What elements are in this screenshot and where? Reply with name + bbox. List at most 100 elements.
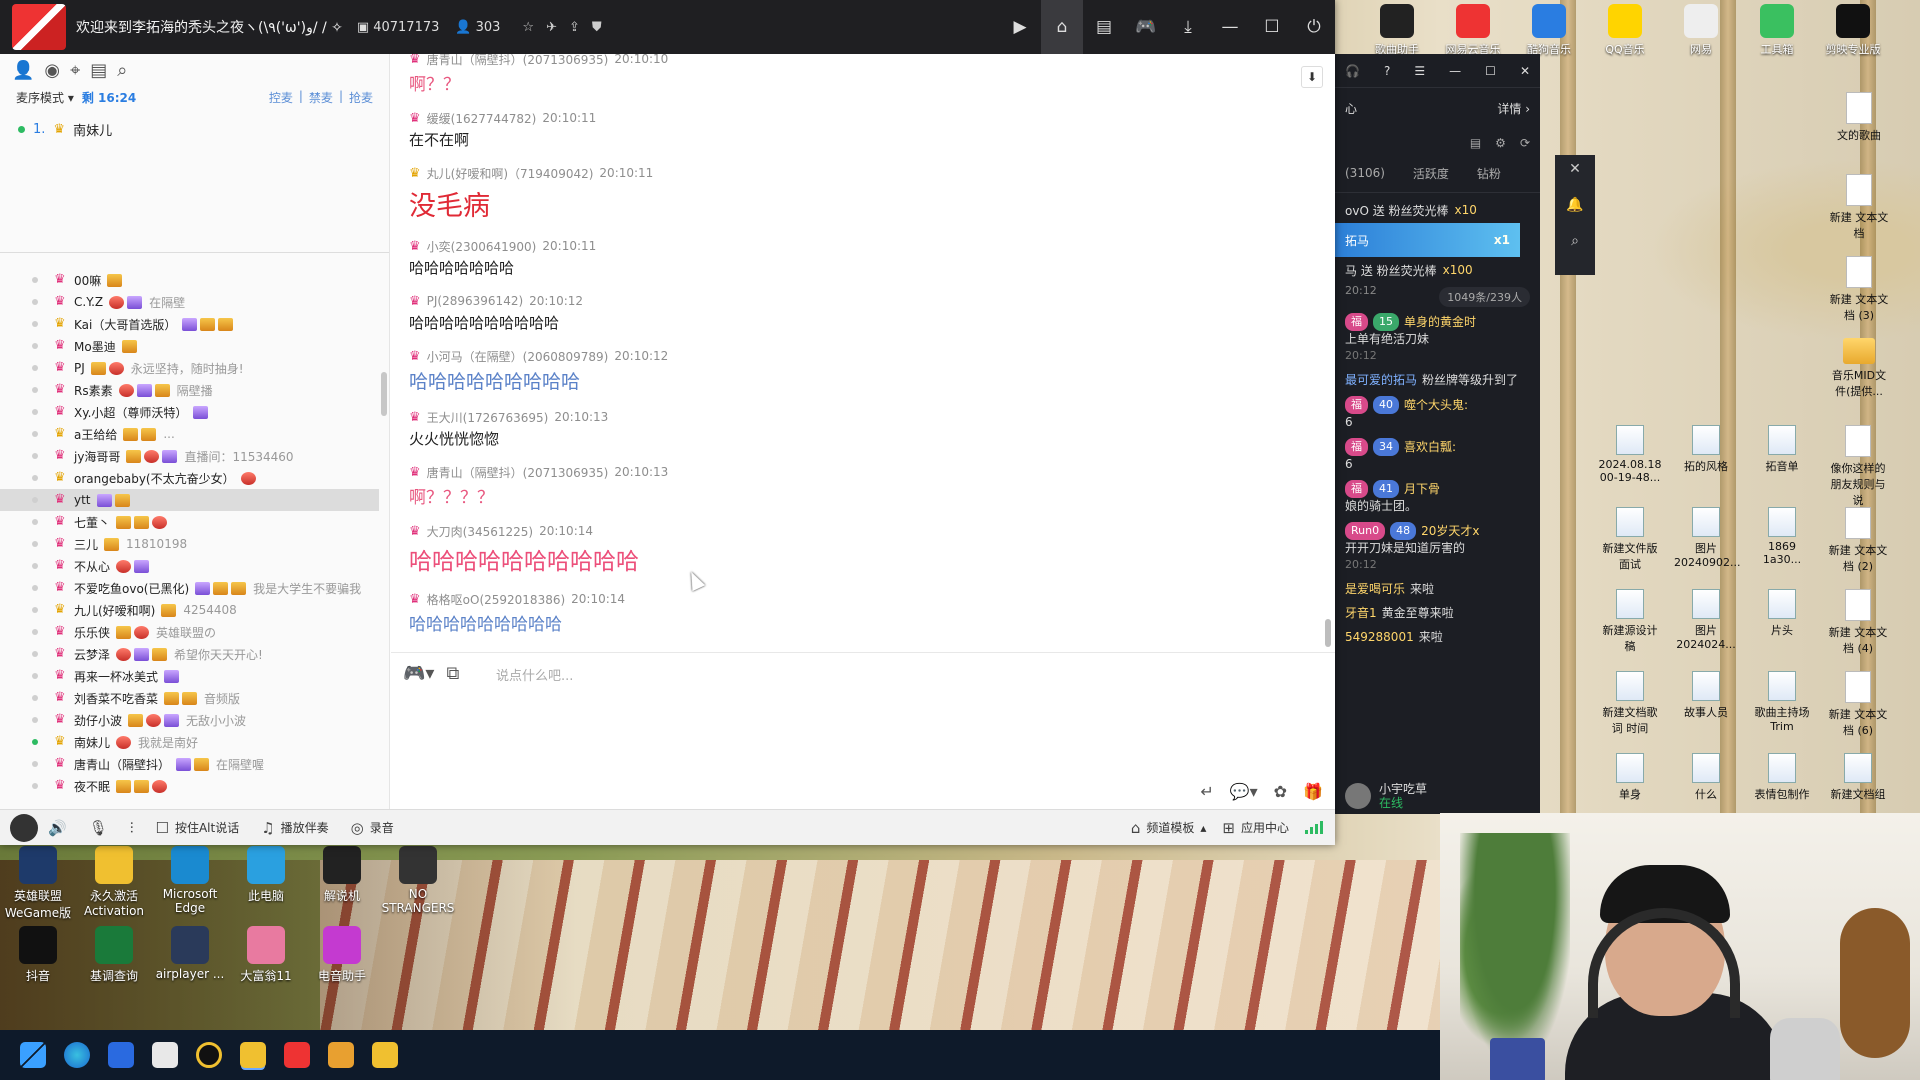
menu-icon[interactable]: ☰ [1414, 64, 1425, 78]
user-list-item[interactable]: ♛ 三儿 11810198 [0, 533, 379, 555]
obs-icon[interactable] [196, 1042, 222, 1068]
message-author[interactable]: 丸儿(好嗳和啊)（719409042) [427, 165, 594, 182]
side-user-name[interactable]: 喜欢白瓢: [1404, 439, 1456, 455]
user-list-item[interactable]: ♛ ytt [0, 489, 379, 511]
list-icon[interactable]: ▤ [1470, 136, 1481, 150]
desktop-shortcut[interactable]: 酷狗音乐 [1517, 4, 1581, 57]
flower-icon[interactable]: ✿ [1274, 782, 1287, 801]
netease-icon[interactable] [284, 1042, 310, 1068]
start-icon[interactable] [20, 1042, 46, 1068]
desktop-shortcut[interactable]: 电音助手 [304, 926, 380, 984]
location-icon[interactable]: ⌖ [70, 60, 80, 81]
desktop-shortcut[interactable]: Microsoft Edge [152, 846, 228, 915]
home-icon[interactable]: ⌂ [1041, 0, 1083, 54]
desktop-shortcut[interactable]: 剪映专业版 [1821, 4, 1885, 57]
desktop-file[interactable]: 文的歌曲 [1827, 92, 1891, 143]
desktop-file[interactable]: 音乐MID文件(提供... [1827, 338, 1891, 399]
tab-fans[interactable]: (3106) [1345, 166, 1385, 180]
maximize-icon[interactable]: ☐ [1251, 0, 1293, 54]
close-icon[interactable]: ✕ [1520, 64, 1530, 78]
push-to-talk-button[interactable]: ☐ 按住Alt说话 [156, 819, 240, 837]
bell-icon[interactable]: 🔔 [1555, 177, 1595, 213]
desktop-shortcut[interactable]: 永久激活 Activation [76, 846, 152, 918]
desktop-shortcut[interactable]: 大富翁11 [228, 926, 304, 984]
user-list-item[interactable]: ♛ 九儿(好嗳和啊) 4254408 [0, 599, 379, 621]
minimize-icon[interactable]: — [1449, 64, 1461, 78]
chat-input[interactable]: 说点什么吧... [496, 665, 573, 684]
tab-activity[interactable]: 活跃度 [1413, 165, 1449, 182]
headphone-icon[interactable]: 🎧 [1345, 64, 1360, 78]
channel-logo[interactable] [12, 4, 66, 50]
plane-icon[interactable]: ✈ [546, 20, 557, 35]
close-icon[interactable]: ✕ [1555, 155, 1595, 177]
equalizer-button[interactable]: ⫶ [130, 819, 134, 837]
desktop-file[interactable]: 2024.08.18 00-19-48... [1598, 425, 1662, 484]
user-list-item[interactable]: ♛ 乐乐侠 英雄联盟の [0, 621, 379, 643]
user-list-item[interactable]: ♛ 00嘛 [0, 269, 379, 291]
video-icon[interactable]: ▶ [999, 0, 1041, 54]
desktop-file[interactable]: 单身 [1598, 753, 1662, 802]
user-list-item[interactable]: ♛ Kai（大哥首选版） [0, 313, 379, 335]
desktop-file[interactable]: 拓音单 [1750, 425, 1814, 474]
side-user-name[interactable]: 20岁天才x [1421, 523, 1479, 539]
user-list-item[interactable]: ♛ jy海哥哥 直播间：11534460 [0, 445, 379, 467]
download-icon[interactable]: ⤓ [1167, 0, 1209, 54]
user-icon[interactable]: 👤 [12, 60, 34, 81]
gamepad-icon[interactable]: 🎮▾ [403, 663, 434, 684]
desktop-file[interactable]: 像你这样的朋友规则与说 [1826, 425, 1890, 508]
translate-icon[interactable]: ⧉ [446, 663, 459, 684]
desktop-file[interactable]: 新建 文本文档 [1827, 174, 1891, 241]
yy-icon[interactable] [240, 1042, 266, 1068]
desktop-shortcut[interactable]: 抖音 [0, 926, 76, 984]
desktop-shortcut[interactable]: airplayer ... [152, 926, 228, 981]
gamepad-icon[interactable]: 🎮 [1125, 0, 1167, 54]
side-user-name[interactable]: 是爱喝可乐 [1345, 581, 1405, 597]
user-list-item[interactable]: ♛ 七董丶 [0, 511, 379, 533]
ban-mic-link[interactable]: 禁麦 [309, 89, 333, 106]
user-list-item[interactable]: ♛ 不从心 [0, 555, 379, 577]
grab-mic-link[interactable]: 抢麦 [349, 89, 373, 106]
template-button[interactable]: ⌂ 频道模板 ▴ [1131, 819, 1207, 837]
desktop-shortcut[interactable]: 解说机 [304, 846, 380, 904]
desktop-file[interactable]: 片头 [1750, 589, 1814, 638]
edge-icon[interactable] [64, 1042, 90, 1068]
user-list-item[interactable]: ♛ 不爱吃鱼ovo(已黑化) 我是大学生不要骗我 [0, 577, 379, 599]
user-list-item[interactable]: ♛ Mo墨迪 [0, 335, 379, 357]
help-icon[interactable]: ? [1384, 64, 1390, 78]
message-author[interactable]: 小河马（在隔壁）(2060809789) [427, 348, 609, 365]
desktop-shortcut[interactable]: 英雄联盟 WeGame版 [0, 846, 76, 921]
desktop-shortcut[interactable]: 网易 [1669, 4, 1733, 57]
user-list-item[interactable]: ♛ orangebaby(不太亢奋少女） [0, 467, 379, 489]
maximize-icon[interactable]: ☐ [1485, 64, 1496, 78]
desktop-shortcut[interactable]: 此电脑 [228, 846, 304, 904]
user-list-item[interactable]: ♛ Rs素素 隔壁播 [0, 379, 379, 401]
queue-item[interactable]: 1. ♛ 南妹儿 [18, 120, 371, 139]
user-list-item[interactable]: ♛ 再来一杯冰美式 [0, 665, 379, 687]
desktop-file[interactable]: 新建文档歌词 时间 [1598, 671, 1662, 736]
desktop-shortcut[interactable]: 基调查询 [76, 926, 152, 984]
desktop-file[interactable]: 新建 文本文档 (2) [1826, 507, 1890, 574]
desktop-shortcut[interactable]: NO STRANGERS [380, 846, 456, 915]
yy-icon[interactable] [372, 1042, 398, 1068]
message-author[interactable]: PJ(2896396142) [427, 294, 524, 308]
avatar[interactable] [10, 813, 38, 842]
desktop-shortcut[interactable]: QQ音乐 [1593, 4, 1657, 57]
accompaniment-button[interactable]: ♫ 播放伴奏 [261, 819, 328, 837]
app-icon[interactable] [328, 1042, 354, 1068]
user-list-item[interactable]: ♛ 夜不眠 [0, 775, 379, 797]
desktop-file[interactable]: 图片 20240902... [1674, 507, 1740, 569]
desktop-shortcut[interactable]: 歌曲助手 [1365, 4, 1429, 57]
user-list-item[interactable]: ♛ 劲仔小波 无敌小小波 [0, 709, 379, 731]
search-icon[interactable]: ⌕ [117, 60, 127, 81]
mic-button[interactable]: 🎙 [89, 819, 108, 837]
message-author[interactable]: 大刀肉(34561225) [427, 523, 533, 540]
side-user-name[interactable]: 单身的黄金时 [1404, 314, 1476, 330]
star-icon[interactable]: ☆ [522, 20, 534, 35]
desktop-file[interactable]: 新建 文本文档 (4) [1826, 589, 1890, 656]
desktop-shortcut[interactable]: 工具箱 [1745, 4, 1809, 57]
desktop-file[interactable]: 新建 文本文档 (3) [1827, 256, 1891, 323]
user-list-item[interactable]: ♛ PJ 永远坚持，随时抽身! [0, 357, 379, 379]
desktop-file[interactable]: 新建源设计稿 [1598, 589, 1662, 654]
share-icon[interactable]: ⇪ [569, 20, 580, 35]
search-icon[interactable]: ⌕ [1555, 213, 1595, 249]
